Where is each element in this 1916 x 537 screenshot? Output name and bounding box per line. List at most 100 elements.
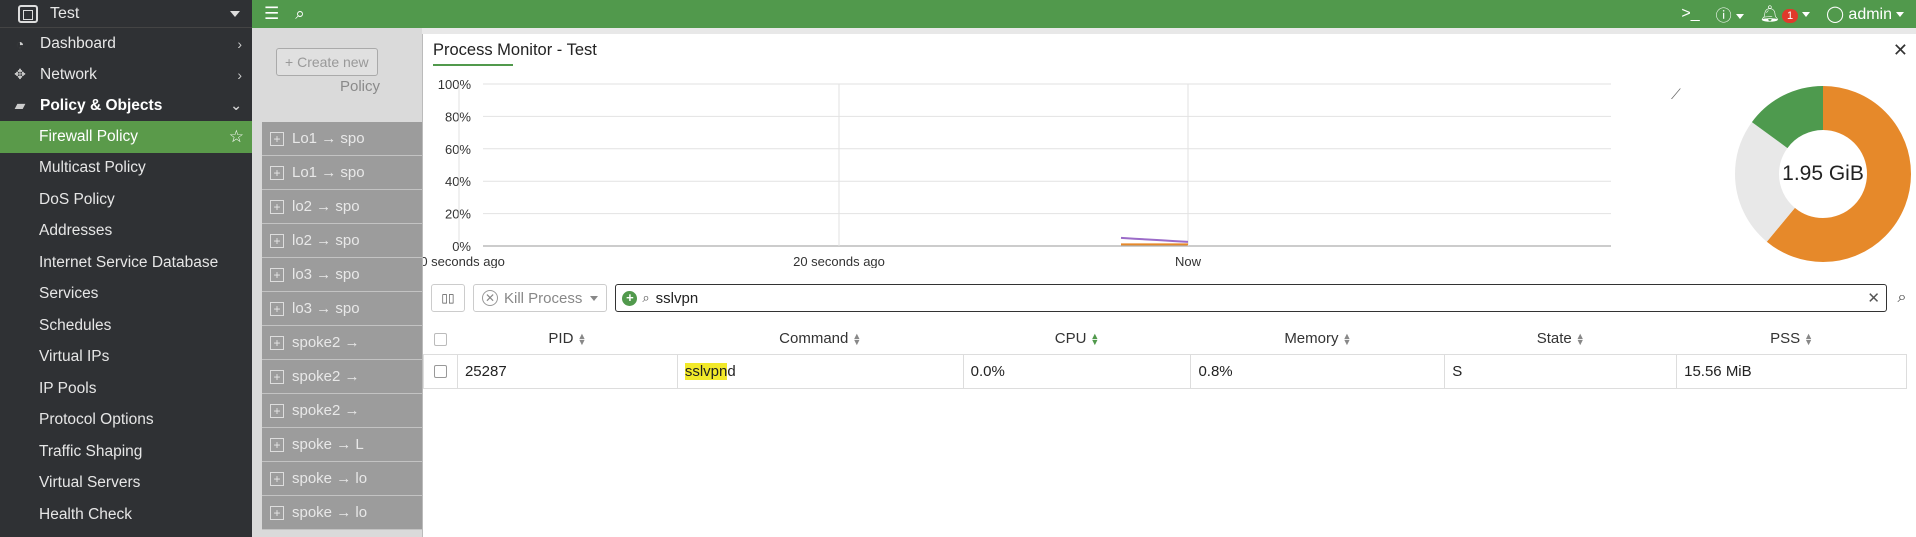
sort-icon: ▲ ▼: [1804, 331, 1814, 348]
sidebar-item-services[interactable]: Services: [0, 279, 252, 311]
cell-state: S: [1444, 353, 1678, 389]
cell-pid: 25287: [456, 353, 678, 389]
sidebar-item-label: Virtual Servers: [39, 474, 141, 492]
pause-button[interactable]: ▯▯: [431, 284, 465, 312]
sidebar-item-label: Health Check: [39, 505, 133, 523]
menu-icon[interactable]: ☰: [264, 4, 279, 24]
sort-icon: ▲ ▼: [1342, 331, 1352, 348]
dialog-title: Process Monitor - Test: [433, 40, 597, 59]
column-header-pss[interactable]: PSS ▲ ▼: [1676, 324, 1907, 355]
sidebar-item-firewall-policy[interactable]: Firewall Policy ☆: [0, 121, 252, 153]
search-box[interactable]: + ⌕ ✕: [615, 284, 1887, 312]
command-rest: d: [727, 362, 736, 380]
sidebar-item-dos-policy[interactable]: DoS Policy: [0, 184, 252, 216]
sidebar-item-label: Protocol Options: [39, 411, 154, 429]
sort-icon: ▲ ▼: [577, 331, 587, 348]
y-tick-label: 60%: [445, 142, 471, 157]
sidebar-item-internet-service-database[interactable]: Internet Service Database: [0, 247, 252, 279]
chevron-down-icon: [590, 295, 599, 301]
kill-process-label: Kill Process: [504, 289, 583, 307]
vdom-name: Test: [50, 4, 80, 22]
sidebar-item-schedules[interactable]: Schedules: [0, 310, 252, 342]
star-icon[interactable]: ☆: [229, 127, 244, 147]
policy-row: + spoke2 →: [262, 394, 422, 428]
sidebar: Test ◔ Dashboard › ✥ Network › ▰ Policy …: [0, 0, 252, 537]
sidebar-item-policy-objects[interactable]: ▰ Policy & Objects ⌄: [0, 90, 252, 121]
expand-icon: +: [270, 369, 284, 384]
search-icon[interactable]: ⌕: [295, 4, 305, 24]
policy-row-label: spoke → L: [292, 436, 364, 453]
sidebar-item-ip-pools[interactable]: IP Pools: [0, 373, 252, 405]
policy-row-label: lo2 → spo: [292, 232, 360, 249]
close-icon[interactable]: ✕: [1893, 40, 1908, 61]
notifications-button[interactable]: 🔔︎ 1: [1759, 4, 1811, 24]
kill-process-button[interactable]: ✕ Kill Process: [473, 284, 608, 312]
notification-badge: 1: [1781, 9, 1799, 23]
pause-icon: ▯▯: [441, 291, 455, 305]
sidebar-item-label: Addresses: [39, 222, 113, 240]
expand-icon: +: [270, 233, 284, 248]
policy-row: + lo3 → spo: [262, 258, 422, 292]
sidebar-item-label: Firewall Policy: [39, 127, 139, 145]
user-menu[interactable]: ◯ admin: [1826, 4, 1904, 24]
sidebar-item-health-check[interactable]: Health Check: [0, 499, 252, 531]
search-button[interactable]: ⌕: [1887, 289, 1916, 307]
sidebar-item-label: DoS Policy: [39, 190, 115, 208]
policy-row: + Lo1 → spo: [262, 122, 422, 156]
sidebar-item-label: IP Pools: [39, 379, 97, 397]
close-circle-icon: ✕: [482, 290, 498, 306]
sidebar-item-virtual-servers[interactable]: Virtual Servers: [0, 468, 252, 500]
sidebar-item-network[interactable]: ✥ Network ›: [0, 59, 252, 90]
row-checkbox[interactable]: [423, 353, 458, 389]
sidebar-item-addresses[interactable]: Addresses: [0, 216, 252, 248]
cli-console-icon[interactable]: >_: [1681, 5, 1699, 23]
sidebar-item-label: Virtual IPs: [39, 348, 110, 366]
sidebar-item-multicast-policy[interactable]: Multicast Policy: [0, 153, 252, 185]
search-icon: ⌕: [642, 290, 650, 305]
memory-total-label: 1.95 GiB: [1782, 162, 1864, 185]
vdom-selector[interactable]: Test: [0, 0, 252, 28]
sidebar-item-label: Network: [40, 65, 97, 83]
policy-row: + spoke → L: [262, 428, 422, 462]
help-icon[interactable]: ⓘ: [1716, 2, 1744, 26]
sidebar-item-dashboard[interactable]: ◔ Dashboard ›: [0, 28, 252, 59]
series-line: [1120, 236, 1189, 243]
column-header-label: PID: [548, 330, 574, 348]
memory-donut: 1.95 GiB: [1729, 80, 1916, 268]
chevron-right-icon: ›: [237, 35, 242, 52]
cell-memory: 0.8%: [1190, 353, 1446, 389]
cpu-usage-chart: 100% 80% 60% 40% 20% 0%40 seconds ago 20 secon…: [423, 77, 1611, 268]
sidebar-item-protocol-options[interactable]: Protocol Options: [0, 405, 252, 437]
select-all-checkbox[interactable]: [423, 324, 458, 355]
cell-pss: 15.56 MiB: [1676, 353, 1907, 389]
chevron-right-icon: ›: [237, 66, 242, 83]
x-tick-label: 20 seconds ago: [793, 254, 885, 268]
process-monitor-dialog: Process Monitor - Test ✕ 100% 80% 60% 40% 20…: [422, 34, 1916, 537]
column-header-state[interactable]: State ▲ ▼: [1444, 324, 1677, 355]
policy-column-header: Policy: [340, 78, 381, 95]
policy-row: + spoke → lo: [262, 462, 422, 496]
policy-row-label: spoke2 →: [292, 368, 360, 385]
clear-icon[interactable]: ✕: [1867, 289, 1880, 307]
column-header-cpu[interactable]: CPU ▲ ▼: [963, 324, 1191, 355]
column-header-command[interactable]: Command ▲ ▼: [677, 324, 964, 355]
expand-icon: +: [270, 165, 284, 180]
line-chart-icon[interactable]: ⟋: [1671, 86, 1681, 103]
expand-icon: +: [270, 505, 284, 520]
table-row[interactable]: 25287 sslvpnd 0.0% 0.8% S 15.56 MiB: [423, 353, 1907, 389]
column-header-label: PSS: [1770, 330, 1801, 348]
policy-row: + spoke2 →: [262, 360, 422, 394]
sidebar-item-traffic-shaping[interactable]: Traffic Shaping: [0, 436, 252, 468]
bell-icon: 🔔︎: [1759, 6, 1780, 23]
column-header-memory[interactable]: Memory ▲ ▼: [1190, 324, 1445, 355]
process-table: PID ▲ ▼ Command ▲ ▼ CPU ▲ ▼ Memory ▲ ▼ State ▲ ▼ P…: [423, 324, 1907, 389]
column-header-label: Memory: [1284, 330, 1339, 348]
sidebar-item-virtual-ips[interactable]: Virtual IPs: [0, 342, 252, 374]
x-tick-label: 40 seconds ago: [423, 254, 505, 268]
add-filter-icon[interactable]: +: [622, 290, 638, 306]
search-input[interactable]: [655, 289, 1868, 307]
policy-list-background: + Create new Policy + Lo1 → spo + Lo1 → spo…: [252, 28, 422, 537]
create-new-button: + Create new: [276, 48, 378, 76]
policy-row-label: lo3 → spo: [292, 300, 360, 317]
column-header-pid[interactable]: PID ▲ ▼: [457, 324, 678, 355]
